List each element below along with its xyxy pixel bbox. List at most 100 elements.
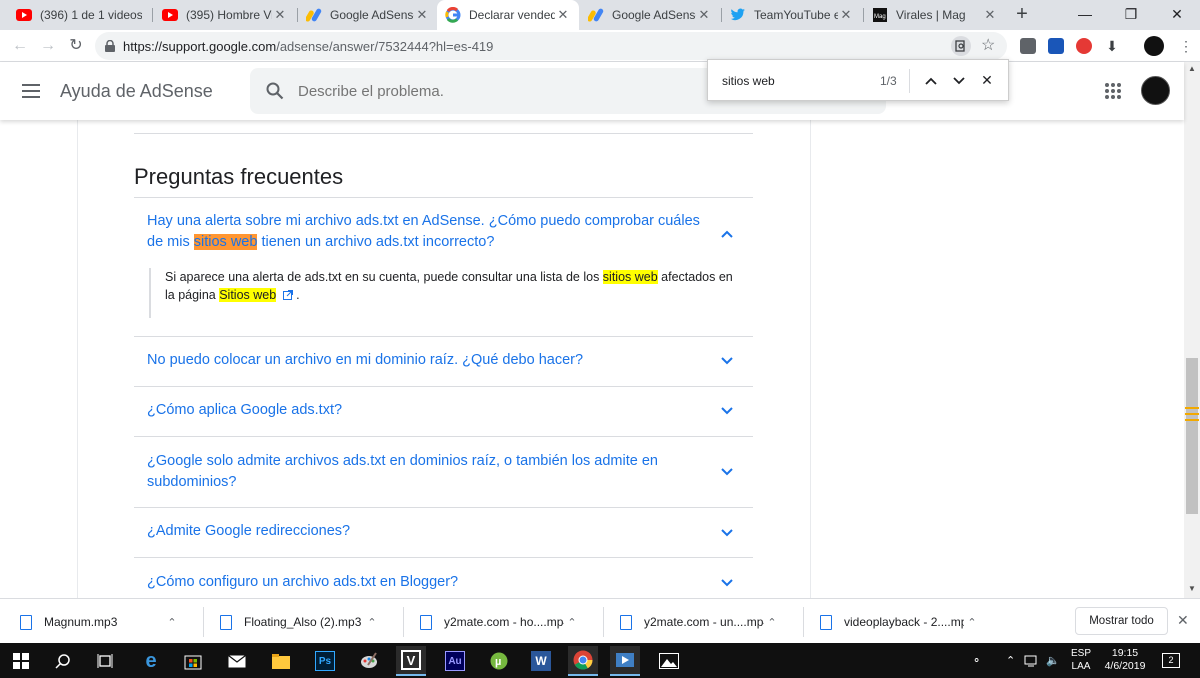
close-icon[interactable]: ✕: [414, 7, 430, 23]
chevron-up-icon[interactable]: ⌃: [564, 616, 580, 629]
chrome-icon[interactable]: [568, 646, 598, 676]
search-icon[interactable]: [48, 646, 78, 676]
bookmark-star-icon[interactable]: ☆: [981, 36, 995, 56]
close-icon[interactable]: ✕: [1177, 612, 1189, 629]
page-scrollbar[interactable]: ▲ ▼: [1184, 62, 1200, 598]
network-icon[interactable]: [1024, 643, 1040, 678]
tab-adsense-2[interactable]: Google AdSense ✕: [580, 0, 720, 30]
audition-icon[interactable]: Au: [440, 646, 470, 676]
minimize-button[interactable]: —: [1062, 0, 1108, 30]
product-title[interactable]: Ayuda de AdSense: [60, 81, 213, 102]
notifications-icon[interactable]: 2: [1162, 643, 1180, 678]
faq-question-6[interactable]: ¿Cómo configuro un archivo ads.txt en Bl…: [147, 572, 707, 593]
chevron-up-icon[interactable]: [719, 226, 735, 242]
close-icon[interactable]: ✕: [982, 7, 998, 23]
chevron-up-icon[interactable]: ⌃: [164, 616, 180, 629]
download-separator: [803, 607, 804, 637]
chevron-down-icon[interactable]: [719, 403, 735, 419]
sitios-web-link[interactable]: Sitios web: [219, 288, 277, 302]
movie-maker-icon[interactable]: [610, 646, 640, 676]
tab-youtube-1[interactable]: (396) 1 de 1 videos: [8, 0, 150, 30]
download-extension-icon[interactable]: [1048, 38, 1064, 54]
lock-icon: [105, 40, 115, 52]
chevron-down-icon[interactable]: [719, 525, 735, 541]
faq-question-2[interactable]: No puedo colocar un archivo en mi domini…: [147, 350, 707, 371]
back-icon[interactable]: ←: [8, 34, 32, 58]
find-next-icon[interactable]: [950, 71, 968, 89]
red-extension-icon[interactable]: [1076, 38, 1092, 54]
reload-icon[interactable]: ↻: [64, 34, 88, 58]
menu-dots-icon[interactable]: ⋮: [1178, 38, 1194, 54]
faq-question-4[interactable]: ¿Google solo admite archivos ads.txt en …: [147, 451, 692, 493]
chevron-up-icon[interactable]: ⌃: [364, 616, 380, 629]
search-input[interactable]: [298, 82, 698, 100]
close-icon[interactable]: ✕: [272, 7, 288, 23]
forward-icon[interactable]: →: [36, 34, 60, 58]
photos-icon[interactable]: [654, 646, 684, 676]
find-in-page-icon[interactable]: [951, 36, 971, 56]
download-item-2[interactable]: Floating_Also (2).mp3 ⌃: [220, 607, 380, 637]
download-name: y2mate.com - ho....mp4: [444, 615, 564, 629]
find-close-icon[interactable]: ✕: [978, 71, 996, 89]
file-explorer-icon[interactable]: [266, 646, 296, 676]
tab-youtube-2[interactable]: (395) Hombre Viaj ✕: [154, 0, 296, 30]
word-icon[interactable]: W: [526, 646, 556, 676]
external-link-icon[interactable]: [282, 287, 293, 305]
keyboard-layout: LAA: [1071, 661, 1091, 672]
youtube-icon: [162, 7, 178, 23]
camera-extension-icon[interactable]: [1020, 38, 1036, 54]
vegas-icon[interactable]: V: [396, 646, 426, 676]
taskbar-clock[interactable]: 19:15 4/6/2019: [1100, 647, 1150, 673]
download-item-4[interactable]: y2mate.com - un....mp4 ⌃: [620, 607, 780, 637]
restore-button[interactable]: ❐: [1108, 0, 1154, 30]
people-icon[interactable]: ⚬: [972, 643, 981, 678]
show-all-downloads-button[interactable]: Mostrar todo: [1075, 607, 1168, 635]
scroll-up-arrow-icon[interactable]: ▲: [1188, 64, 1196, 73]
chevron-down-icon[interactable]: [719, 353, 735, 369]
scrollbar-thumb[interactable]: [1186, 358, 1198, 514]
tab-twitter[interactable]: TeamYouTube en T ✕: [722, 0, 862, 30]
faq-question-5[interactable]: ¿Admite Google redirecciones?: [147, 521, 707, 542]
download-item-5[interactable]: videoplayback - 2....mp4 ⌃: [820, 607, 980, 637]
apps-grid-icon[interactable]: [1105, 83, 1121, 99]
faq-question-1[interactable]: Hay una alerta sobre mi archivo ads.txt …: [147, 211, 707, 253]
tab-virales[interactable]: Mag Virales | Mag ✕: [864, 0, 1006, 30]
paint-icon[interactable]: [354, 646, 384, 676]
chevron-up-icon[interactable]: ⌃: [964, 616, 980, 629]
download-item-1[interactable]: Magnum.mp3 ⌃: [20, 607, 180, 637]
utorrent-icon[interactable]: µ: [484, 646, 514, 676]
chevron-down-icon[interactable]: [719, 464, 735, 480]
find-match-count: 1/3: [880, 74, 897, 88]
mail-icon[interactable]: [222, 646, 252, 676]
download-shelf: Magnum.mp3 ⌃ Floating_Also (2).mp3 ⌃ y2m…: [0, 598, 1200, 643]
tab-adsense-1[interactable]: Google AdSense ✕: [298, 0, 438, 30]
faq-question-3[interactable]: ¿Cómo aplica Google ads.txt?: [147, 400, 707, 421]
menu-icon[interactable]: [22, 84, 40, 98]
chevron-down-icon[interactable]: [719, 575, 735, 591]
close-icon[interactable]: ✕: [555, 7, 571, 23]
windows-start-icon[interactable]: [6, 646, 36, 676]
find-query-input[interactable]: sitios web: [722, 74, 775, 88]
download-arrow-icon[interactable]: ⬇: [1104, 38, 1120, 54]
find-previous-icon[interactable]: [922, 71, 940, 89]
search-icon[interactable]: [266, 82, 284, 100]
tray-expand-icon[interactable]: ⌃: [1006, 643, 1015, 678]
edge-browser-icon[interactable]: e: [136, 646, 166, 676]
scroll-down-arrow-icon[interactable]: ▼: [1188, 584, 1196, 593]
tab-declarar-vendedor[interactable]: Declarar vendedor ✕: [437, 0, 579, 30]
close-icon[interactable]: ✕: [696, 7, 712, 23]
close-icon[interactable]: ✕: [838, 7, 854, 23]
volume-icon[interactable]: 🔈: [1046, 643, 1060, 678]
avatar[interactable]: [1141, 76, 1170, 105]
address-bar[interactable]: https://support.google.com/adsense/answe…: [95, 32, 1007, 60]
download-item-3[interactable]: y2mate.com - ho....mp4 ⌃: [420, 607, 580, 637]
store-icon[interactable]: [178, 646, 208, 676]
new-tab-button[interactable]: +: [1012, 4, 1032, 25]
chevron-up-icon[interactable]: ⌃: [764, 616, 780, 629]
profile-avatar-small[interactable]: [1144, 36, 1164, 56]
photoshop-icon[interactable]: Ps: [310, 646, 340, 676]
language-indicator[interactable]: ESP LAA: [1066, 647, 1096, 673]
download-name: Magnum.mp3: [44, 615, 118, 629]
close-window-button[interactable]: ✕: [1154, 0, 1200, 30]
task-view-icon[interactable]: [90, 646, 120, 676]
